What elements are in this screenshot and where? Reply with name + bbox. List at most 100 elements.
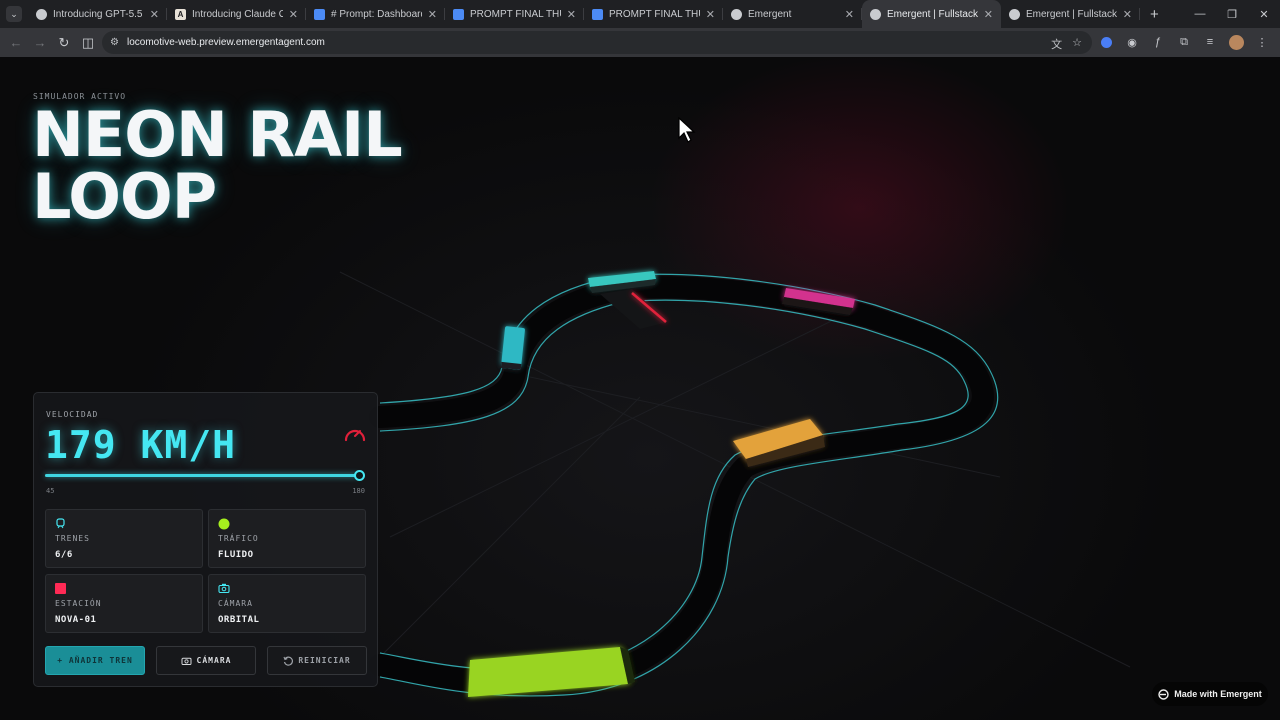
browser-tab-strip: ⌄ Introducing GPT-5.5 | Op ✕ A Introduci…	[0, 0, 1280, 28]
track-bed	[369, 276, 994, 694]
control-panel: VELOCIDAD 179 KM/H 45 180 TRENES 6/6 TRÁ…	[33, 392, 378, 687]
extension-formula-icon[interactable]: ƒ	[1148, 32, 1168, 52]
bookmark-star-icon[interactable]: ☆	[1072, 36, 1082, 52]
tab-close-icon[interactable]: ✕	[984, 8, 993, 21]
mouse-cursor-icon	[678, 117, 696, 143]
add-train-button[interactable]: + AÑADIR TREN	[45, 646, 145, 675]
extension-camera-icon[interactable]: ◉	[1122, 32, 1142, 52]
extension-bar: ◉ ƒ ⧉ ≡ ⋮	[1096, 32, 1272, 52]
speed-slider-thumb[interactable]	[353, 470, 365, 481]
tab-close-icon[interactable]: ✕	[1123, 8, 1132, 21]
tab-close-icon[interactable]: ✕	[150, 8, 159, 21]
stat-value: FLUIDO	[218, 550, 254, 560]
browser-tab[interactable]: PROMPT FINAL THUMBN ✕	[584, 0, 723, 28]
tab-globe-icon	[870, 8, 881, 20]
restore-icon[interactable]: ❐	[1216, 0, 1248, 28]
tab-title: Introducing GPT-5.5 | Op	[53, 8, 144, 20]
tab-globe-icon	[1009, 8, 1020, 20]
tab-title: PROMPT FINAL THUMBN	[609, 8, 700, 20]
address-bar[interactable]: ⚙ locomotive-web.preview.emergentagent.c…	[102, 31, 1092, 54]
split-view-icon[interactable]: ◫	[76, 31, 100, 55]
tab-title: PROMPT FINAL THUMBN	[470, 8, 561, 20]
page-title-line-2: LOOP	[32, 160, 217, 233]
badge-label: Made with Emergent	[1174, 689, 1262, 699]
station-square-icon	[55, 583, 66, 594]
camera-icon	[218, 583, 230, 593]
train-lime[interactable]	[468, 647, 635, 697]
stat-card-station: ESTACIÓN NOVA-01	[45, 574, 203, 633]
reset-button[interactable]: REINICIAR	[267, 646, 367, 675]
minimize-icon[interactable]: —	[1184, 0, 1216, 28]
tab-favicon-icon	[592, 8, 603, 20]
extension-blue-icon[interactable]	[1096, 32, 1116, 52]
tab-favicon-icon	[36, 8, 47, 20]
browser-toolbar: ← → ↻ ◫ ⚙ locomotive-web.preview.emergen…	[0, 28, 1280, 57]
browser-tab[interactable]: Introducing GPT-5.5 | Op ✕	[28, 0, 167, 28]
speed-min-label: 45	[46, 487, 55, 495]
stat-value: 6/6	[55, 550, 73, 560]
stat-label: CÁMARA	[218, 599, 253, 608]
simulator-page: SIMULADOR ACTIVO NEON RAIL LOOP VELOCIDA…	[0, 57, 1280, 720]
browser-tab[interactable]: # Prompt: Dashboard de ✕	[306, 0, 445, 28]
media-icon[interactable]: ≡	[1200, 32, 1220, 52]
stat-label: ESTACIÓN	[55, 599, 102, 608]
track-rail-outer	[379, 299, 969, 671]
tab-close-icon[interactable]: ✕	[428, 8, 437, 21]
stat-value: ORBITAL	[218, 615, 260, 625]
stat-card-trains: TRENES 6/6	[45, 509, 203, 568]
status-dot-icon	[218, 518, 230, 530]
stat-label: TRÁFICO	[218, 534, 259, 543]
page-title: NEON RAIL LOOP	[32, 98, 403, 233]
reload-icon[interactable]: ↻	[52, 31, 76, 55]
page-title-line-1: NEON RAIL	[32, 98, 403, 171]
translate-icon[interactable]: 文	[1051, 36, 1062, 52]
emergent-logo-icon	[1158, 688, 1169, 700]
stat-card-camera: CÁMARA ORBITAL	[208, 574, 366, 633]
window-controls: — ❐ ✕	[1184, 0, 1280, 28]
camera-button-label: CÁMARA	[196, 656, 232, 665]
browser-tab-active[interactable]: Emergent | Fullstack App ✕	[862, 0, 1001, 28]
browser-tab[interactable]: Emergent | Fullstack App ✕	[1001, 0, 1140, 28]
camera-icon	[181, 657, 192, 665]
stat-card-traffic: TRÁFICO FLUIDO	[208, 509, 366, 568]
made-with-emergent-badge[interactable]: Made with Emergent	[1152, 682, 1268, 706]
tab-favicon-icon	[731, 8, 742, 20]
tab-title: Emergent | Fullstack App	[1026, 8, 1117, 20]
browser-tab[interactable]: A Introducing Claude Opus ✕	[167, 0, 306, 28]
tab-title: Introducing Claude Opus	[192, 8, 283, 20]
train-icon	[56, 518, 65, 529]
new-tab-icon[interactable]: +	[1150, 6, 1159, 23]
tab-close-icon[interactable]: ✕	[567, 8, 576, 21]
speed-readout: 179 KM/H	[45, 423, 237, 467]
profile-avatar[interactable]	[1226, 32, 1246, 52]
reset-icon	[283, 656, 294, 666]
browser-tab[interactable]: Emergent ✕	[723, 0, 862, 28]
browser-tab[interactable]: PROMPT FINAL THUMBN ✕	[445, 0, 584, 28]
tab-favicon-icon	[314, 8, 325, 20]
speedometer-icon	[344, 429, 366, 442]
stat-label: TRENES	[55, 534, 90, 543]
back-icon[interactable]: ←	[4, 31, 28, 55]
tab-close-icon[interactable]: ✕	[845, 8, 854, 21]
tab-favicon-icon: A	[175, 8, 186, 20]
menu-kebab-icon[interactable]: ⋮	[1252, 32, 1272, 52]
stat-value: NOVA-01	[55, 615, 97, 625]
extensions-puzzle-icon[interactable]: ⧉	[1174, 32, 1194, 52]
tab-title: Emergent	[748, 8, 792, 20]
speed-slider[interactable]	[45, 470, 365, 482]
speed-max-label: 180	[352, 487, 365, 495]
close-window-icon[interactable]: ✕	[1248, 0, 1280, 28]
add-train-label: + AÑADIR TREN	[57, 656, 133, 665]
tab-title: # Prompt: Dashboard de	[331, 8, 422, 20]
speed-slider-fill	[45, 474, 359, 477]
speed-label: VELOCIDAD	[46, 410, 99, 419]
address-url: locomotive-web.preview.emergentagent.com	[126, 37, 325, 48]
tab-close-icon[interactable]: ✕	[706, 8, 715, 21]
tab-close-icon[interactable]: ✕	[289, 8, 298, 21]
tab-search-icon[interactable]: ⌄	[6, 6, 22, 22]
camera-button[interactable]: CÁMARA	[156, 646, 256, 675]
tab-title: Emergent | Fullstack App	[887, 8, 978, 20]
tab-favicon-icon	[453, 8, 464, 20]
site-info-icon[interactable]: ⚙	[110, 37, 119, 48]
forward-icon[interactable]: →	[28, 31, 52, 55]
